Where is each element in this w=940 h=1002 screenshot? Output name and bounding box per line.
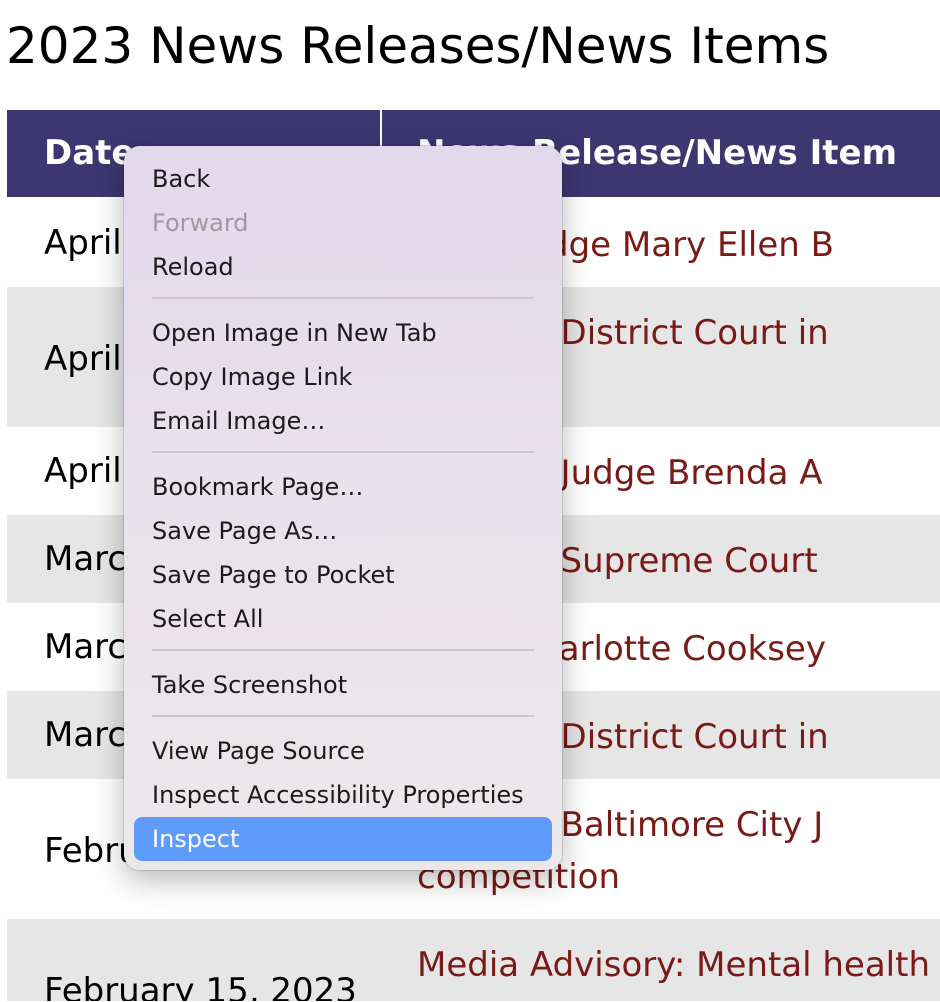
row-date: April (44, 223, 122, 263)
menu-item-reload[interactable]: Reload (134, 245, 552, 289)
menu-separator (152, 649, 534, 651)
row-date: February 15, 2023 (44, 971, 357, 1001)
row-date: April (44, 451, 122, 491)
menu-separator (152, 715, 534, 717)
menu-separator (152, 451, 534, 453)
menu-item-copy-image-link[interactable]: Copy Image Link (134, 355, 552, 399)
menu-item-forward: Forward (152, 209, 249, 237)
row-date: Marc (44, 539, 127, 579)
table-row: February 15, 2023 Media Advisory: Mental… (7, 919, 940, 1001)
menu-item-select-all[interactable]: Select All (134, 597, 552, 641)
row-date: April (44, 339, 122, 379)
menu-separator (152, 297, 534, 299)
menu-item-inspect-accessibility[interactable]: Inspect Accessibility Properties (134, 773, 552, 817)
menu-item-back[interactable]: Back (134, 157, 552, 201)
menu-item-email-image[interactable]: Email Image… (134, 399, 552, 443)
menu-item-take-screenshot[interactable]: Take Screenshot (134, 663, 552, 707)
row-date: Marc (44, 715, 127, 755)
menu-item-inspect[interactable]: Inspect (134, 817, 552, 861)
menu-item-view-page-source[interactable]: View Page Source (134, 729, 552, 773)
row-date: Marc (44, 627, 127, 667)
menu-item-open-image-new-tab[interactable]: Open Image in New Tab (134, 311, 552, 355)
menu-item-save-page-as[interactable]: Save Page As… (134, 509, 552, 553)
column-header-date[interactable]: Date (44, 133, 134, 173)
menu-item-save-to-pocket[interactable]: Save Page to Pocket (134, 553, 552, 597)
row-news-link[interactable]: Media Advisory: Mental health a (417, 939, 940, 991)
page-title: 2023 News Releases/News Items (6, 17, 830, 75)
context-menu: Back Forward Reload Open Image in New Ta… (124, 146, 562, 870)
menu-item-bookmark-page[interactable]: Bookmark Page… (134, 465, 552, 509)
